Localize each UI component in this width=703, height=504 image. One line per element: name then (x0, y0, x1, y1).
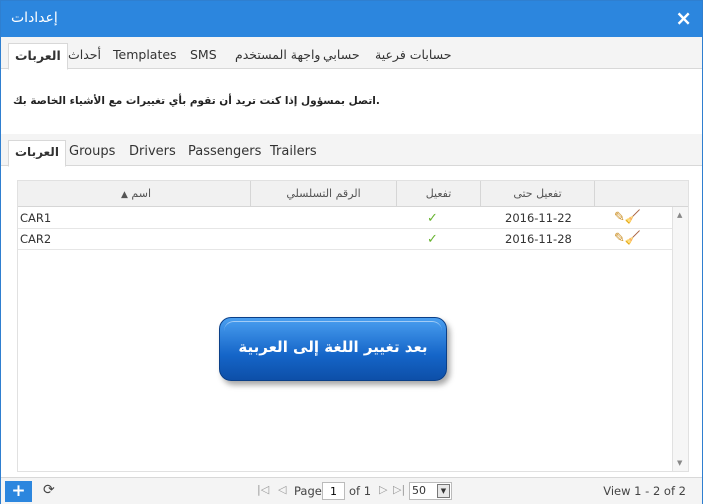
sort-up-icon: ▲ (120, 190, 128, 200)
table-row[interactable]: CAR1 ✓ 2016-11-22 ✎🧹 (18, 208, 672, 229)
add-button[interactable]: + (5, 481, 32, 502)
page-input[interactable] (322, 482, 345, 500)
column-header-active[interactable]: تفعيل (396, 181, 480, 207)
page-size-value: 50 (412, 484, 426, 497)
settings-dialog: إعدادات × حسابات فرعية حسابي واجهة المست… (0, 0, 703, 504)
dialog-title: إعدادات (11, 10, 58, 26)
table-row[interactable]: CAR2 ✓ 2016-11-28 ✎🧹 (18, 229, 672, 250)
prev-page-icon[interactable]: ◁ (278, 483, 286, 496)
tab-subaccounts[interactable]: حسابات فرعية (369, 43, 458, 69)
column-header-active-until[interactable]: تفعيل حتى (480, 181, 594, 207)
cell-active-until: 2016-11-22 (505, 211, 572, 225)
subtab-vehicles[interactable]: العربات (8, 140, 66, 167)
tab-events[interactable]: أحداث (62, 43, 107, 69)
grid-scrollbar[interactable]: ▲ ▼ (672, 207, 688, 471)
pencil-icon[interactable]: ✎ (614, 210, 625, 225)
column-header-actions (594, 181, 688, 207)
last-page-icon[interactable]: ▷| (393, 483, 405, 496)
subtab-drivers[interactable]: Drivers (123, 140, 182, 166)
tab-vehicles[interactable]: العربات (8, 43, 68, 70)
chevron-down-icon: ▼ (437, 484, 450, 498)
grid-pager: + ⟳ |◁ ◁ Page of 1 ▷ ▷| 50 ▼ View 1 - 2 … (1, 477, 702, 504)
pencil-icon[interactable]: ✎ (614, 231, 625, 246)
cell-name: CAR1 (20, 211, 52, 225)
broom-icon[interactable]: 🧹 (625, 210, 641, 225)
check-icon: ✓ (427, 211, 438, 226)
broom-icon[interactable]: 🧹 (625, 231, 641, 246)
tab-sms[interactable]: SMS (184, 43, 223, 69)
page-size-select[interactable]: 50 ▼ (409, 482, 452, 500)
first-page-icon[interactable]: |◁ (257, 483, 269, 496)
scroll-down-icon[interactable]: ▼ (677, 459, 682, 467)
info-message: اتصل بمسؤول إذا كنت تريد أن تقوم بأي تغي… (13, 95, 380, 107)
cell-name: CAR2 (20, 232, 52, 246)
scroll-up-icon[interactable]: ▲ (677, 211, 682, 219)
page-label: Page (294, 484, 322, 498)
row-actions: ✎🧹 (614, 231, 641, 248)
check-icon: ✓ (427, 232, 438, 247)
view-range: View 1 - 2 of 2 (603, 484, 686, 498)
page-count: of 1 (349, 484, 372, 498)
close-icon[interactable]: × (675, 7, 692, 29)
sub-tabs: العربات Groups Drivers Passengers Traile… (1, 134, 702, 167)
subtab-trailers[interactable]: Trailers (264, 140, 323, 166)
next-page-icon[interactable]: ▷ (379, 483, 387, 496)
dialog-titlebar: إعدادات × (1, 1, 702, 37)
subtab-passengers[interactable]: Passengers (182, 140, 267, 166)
tab-templates[interactable]: Templates (107, 43, 183, 69)
refresh-icon[interactable]: ⟳ (43, 482, 55, 498)
subtab-groups[interactable]: Groups (63, 140, 121, 166)
main-tabs: حسابات فرعية حسابي واجهة المستخدم SMS Te… (1, 37, 702, 70)
column-header-serial[interactable]: الرقم التسلسلي (250, 181, 396, 207)
grid-header: ▲ اسم الرقم التسلسلي تفعيل تفعيل حتى (18, 181, 688, 207)
callout-banner: بعد تغيير اللغة إلى العربية (219, 317, 447, 381)
cell-active-until: 2016-11-28 (505, 232, 572, 246)
callout-text: بعد تغيير اللغة إلى العربية (238, 338, 428, 356)
tab-user-interface[interactable]: واجهة المستخدم (229, 43, 326, 69)
row-actions: ✎🧹 (614, 210, 641, 227)
column-header-name[interactable]: ▲ اسم (18, 181, 250, 207)
